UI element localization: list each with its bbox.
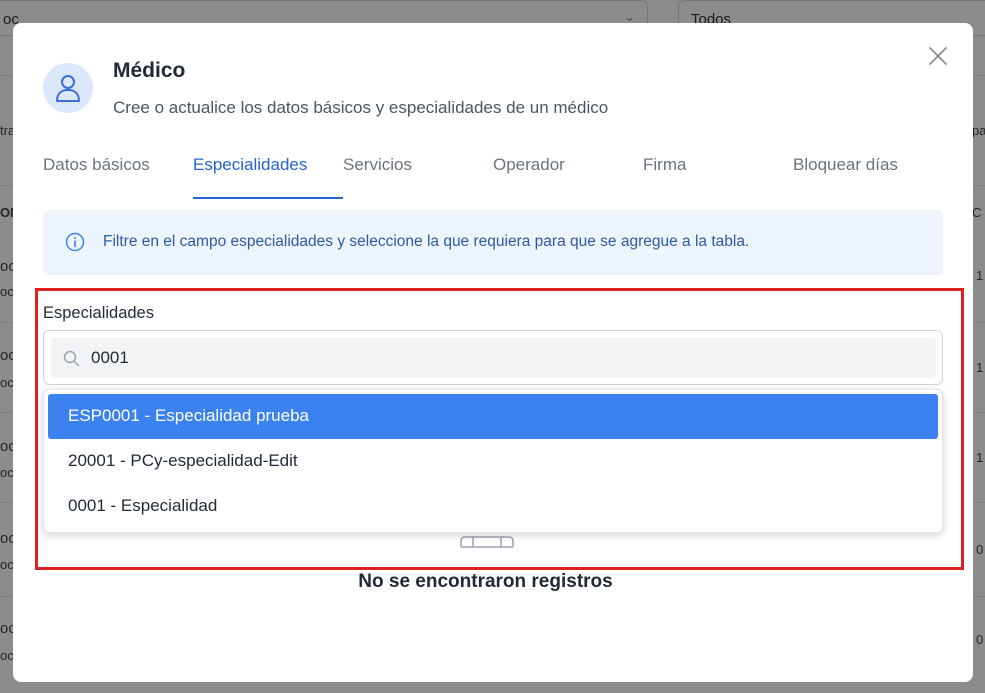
user-icon	[56, 75, 80, 102]
tab-bloquear-dias[interactable]: Bloquear días	[793, 155, 898, 175]
tab-datos-basicos[interactable]: Datos básicos	[43, 155, 150, 175]
info-icon	[65, 232, 85, 252]
info-text: Filtre en el campo especialidades y sele…	[103, 233, 750, 250]
close-icon[interactable]	[927, 45, 949, 67]
modal-subtitle: Cree o actualice los datos básicos y esp…	[113, 98, 609, 117]
user-avatar	[43, 63, 93, 113]
tab-servicios[interactable]: Servicios	[343, 155, 412, 175]
active-tab-indicator	[193, 197, 343, 199]
tab-operador[interactable]: Operador	[493, 155, 565, 175]
info-alert: Filtre en el campo especialidades y sele…	[43, 210, 943, 275]
modal-title: Médico	[113, 59, 186, 82]
highlight-annotation	[35, 288, 964, 570]
tab-especialidades[interactable]: Especialidades	[193, 155, 307, 175]
tab-bar: Datos básicos Especialidades Servicios O…	[13, 149, 973, 201]
medico-modal: Médico Cree o actualice los datos básico…	[13, 23, 973, 682]
tab-firma[interactable]: Firma	[643, 155, 686, 175]
empty-state-text: No se encontraron registros	[358, 571, 613, 592]
